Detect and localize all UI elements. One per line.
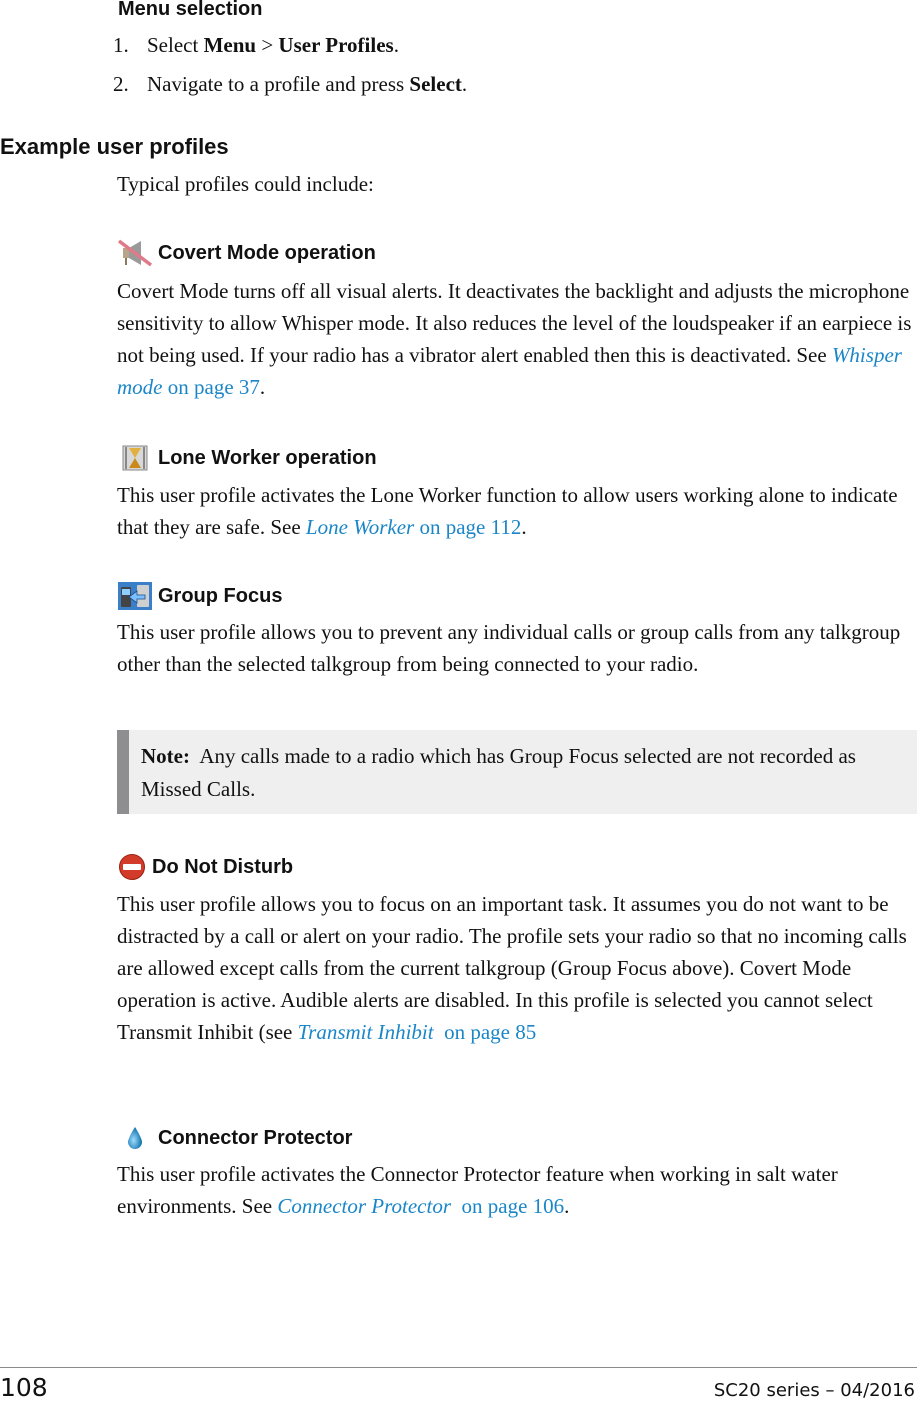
- connector-protector-link[interactable]: Connector Protector on page 106: [277, 1194, 564, 1218]
- intro-text: Typical profiles could include:: [117, 172, 374, 196]
- lone-worker-title: Lone Worker operation: [158, 446, 377, 469]
- no-entry-icon: [117, 852, 147, 882]
- step-period: .: [393, 33, 399, 57]
- connector-protector-text: This user profile activates the Connecto…: [117, 1158, 917, 1222]
- note-label: Note:: [141, 744, 190, 768]
- step-1: 1. Select Menu > User Profiles.: [113, 31, 399, 59]
- connector-protector-heading: Connector Protector: [117, 1123, 352, 1153]
- step-period: .: [461, 72, 468, 96]
- speaker-muted-icon: [117, 238, 153, 268]
- page-number: 108: [0, 1373, 48, 1402]
- step-separator: >: [256, 33, 279, 57]
- covert-mode-title: Covert Mode operation: [158, 241, 376, 264]
- transmit-inhibit-link[interactable]: Transmit Inhibit on page 85: [298, 1020, 537, 1044]
- covert-mode-body: Covert Mode turns off all visual alerts.…: [117, 279, 912, 367]
- period: .: [564, 1194, 570, 1218]
- user-profiles-label: User Profiles: [278, 33, 394, 57]
- lone-worker-text: This user profile activates the Lone Wor…: [117, 479, 917, 543]
- covert-mode-heading: Covert Mode operation: [117, 238, 376, 268]
- do-not-disturb-heading: Do Not Disturb: [117, 852, 293, 882]
- hourglass-icon: [117, 443, 153, 473]
- step-number: 2.: [113, 72, 129, 96]
- example-profiles-heading: Example user profiles: [0, 134, 229, 159]
- document-id: SC20 series – 04/2016: [713, 1380, 915, 1401]
- period: .: [259, 375, 266, 399]
- footer-divider: [0, 1367, 917, 1368]
- menu-selection-heading: Menu selection: [118, 0, 263, 20]
- do-not-disturb-text: This user profile allows you to focus on…: [117, 888, 917, 1048]
- step-2: 2. Navigate to a profile and press Select…: [113, 70, 467, 98]
- water-drop-icon: [117, 1123, 153, 1153]
- note-box: Note: Any calls made to a radio which ha…: [117, 730, 917, 814]
- step-text: Select: [147, 33, 204, 57]
- lone-worker-link[interactable]: Lone Worker on page 112: [306, 515, 521, 539]
- covert-mode-text: Covert Mode turns off all visual alerts.…: [117, 275, 917, 403]
- step-number: 1.: [113, 33, 129, 57]
- lone-worker-heading: Lone Worker operation: [117, 443, 377, 473]
- step-text: Navigate to a profile and press: [147, 72, 410, 96]
- group-focus-icon: [117, 581, 153, 611]
- menu-label: Menu: [203, 33, 257, 57]
- note-text: Any calls made to a radio which has Grou…: [141, 744, 862, 801]
- group-focus-text: This user profile allows you to prevent …: [117, 620, 901, 676]
- group-focus-heading: Group Focus: [117, 581, 282, 611]
- period: .: [521, 515, 527, 539]
- do-not-disturb-title: Do Not Disturb: [152, 855, 294, 878]
- group-focus-title: Group Focus: [158, 584, 283, 607]
- select-label: Select: [409, 72, 462, 96]
- connector-protector-title: Connector Protector: [158, 1126, 353, 1149]
